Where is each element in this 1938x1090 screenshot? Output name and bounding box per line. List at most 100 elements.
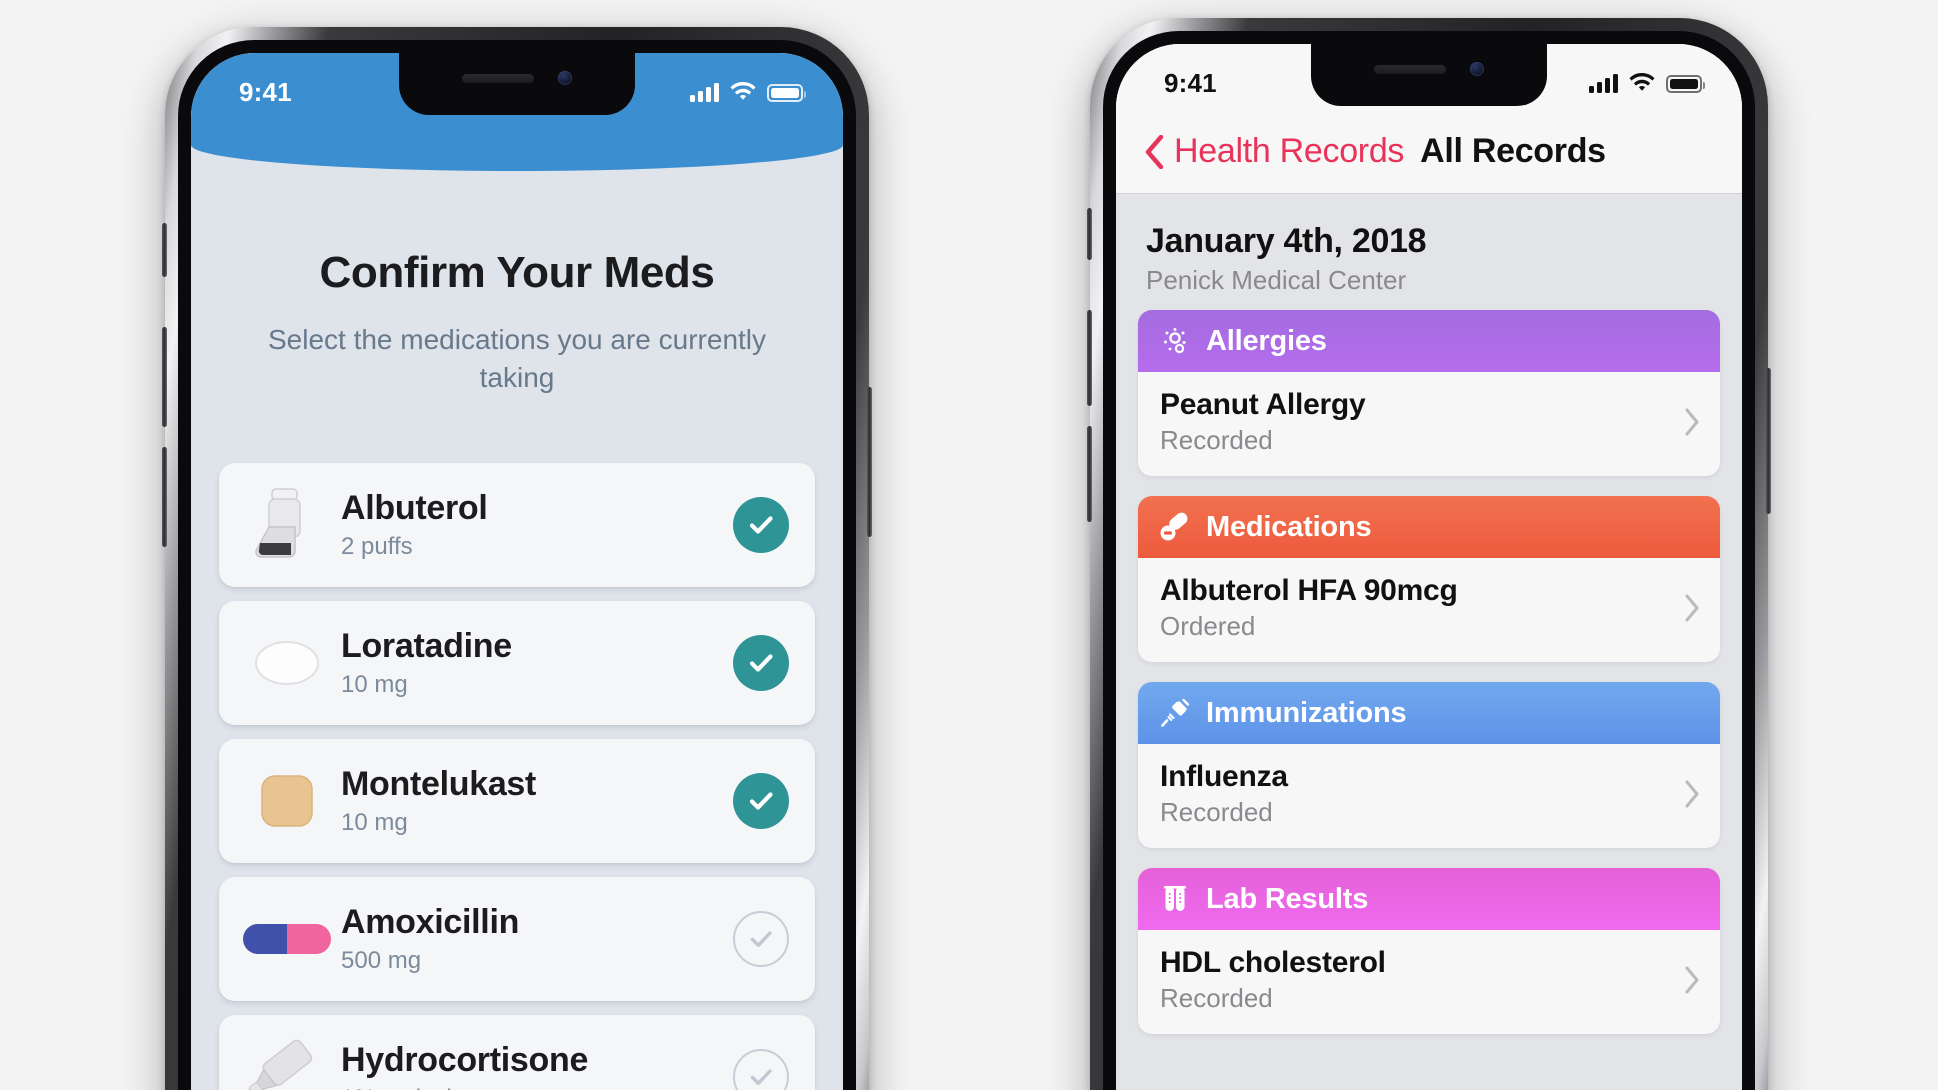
mute-switch-button[interactable] bbox=[162, 223, 167, 277]
record-group: Medications Albuterol HFA 90mcg Ordered bbox=[1138, 496, 1720, 662]
record-row-status: Recorded bbox=[1160, 983, 1273, 1013]
capsule-icon bbox=[241, 897, 333, 981]
wifi-icon bbox=[730, 82, 756, 102]
record-date: January 4th, 2018 bbox=[1146, 222, 1427, 260]
record-group: Allergies Peanut Allergy Recorded bbox=[1138, 310, 1720, 476]
record-row-status: Recorded bbox=[1160, 797, 1273, 827]
record-group-label: Lab Results bbox=[1206, 882, 1369, 915]
record-group-label: Allergies bbox=[1206, 324, 1327, 357]
chevron-right-icon bbox=[1684, 408, 1700, 436]
test-tubes-icon bbox=[1158, 882, 1192, 916]
volume-down-button[interactable] bbox=[162, 447, 167, 547]
wifi-icon-right bbox=[1629, 73, 1655, 93]
syringe-icon bbox=[1158, 696, 1192, 730]
volume-up-button-right[interactable] bbox=[1087, 310, 1092, 406]
pills-icon bbox=[1158, 510, 1192, 544]
mute-switch-button-right[interactable] bbox=[1087, 208, 1092, 260]
device-notch-left bbox=[399, 53, 635, 115]
phone-screen-right: Health Records All Records 9:41 January … bbox=[1116, 44, 1742, 1090]
status-time-right: 9:41 bbox=[1164, 68, 1217, 98]
power-button-right[interactable] bbox=[1766, 368, 1771, 514]
allergy-icon bbox=[1158, 324, 1192, 358]
status-indicators-right bbox=[1589, 73, 1705, 93]
phone-bezel-left: 9:41 Confirm Your Meds Select the medica… bbox=[178, 40, 856, 1090]
medication-dose: 500 mg bbox=[341, 947, 422, 975]
chevron-right-icon bbox=[1684, 780, 1700, 808]
medication-text: Loratadine 10 mg bbox=[333, 627, 733, 699]
medication-text: Hydrocortisone 1% topical cream bbox=[333, 1041, 733, 1090]
checkmark-unselected-icon[interactable] bbox=[733, 911, 789, 967]
record-row[interactable]: Albuterol HFA 90mcg Ordered bbox=[1138, 558, 1720, 662]
medication-text: Albuterol 2 puffs bbox=[333, 489, 733, 561]
cream-tube-icon bbox=[241, 1035, 333, 1090]
record-row-status: Ordered bbox=[1160, 611, 1256, 641]
record-row-text: HDL cholesterol Recorded bbox=[1160, 946, 1684, 1014]
medication-card[interactable]: Loratadine 10 mg bbox=[219, 601, 815, 725]
phone-device-right: Health Records All Records 9:41 January … bbox=[1087, 18, 1771, 1090]
record-group-header[interactable]: Medications bbox=[1138, 496, 1720, 558]
checkmark-selected-icon[interactable] bbox=[733, 773, 789, 829]
chevron-right-icon bbox=[1684, 966, 1700, 994]
records-scroll-area[interactable]: January 4th, 2018 Penick Medical Center … bbox=[1116, 194, 1742, 1090]
record-row[interactable]: Peanut Allergy Recorded bbox=[1138, 372, 1720, 476]
medication-text: Amoxicillin 500 mg bbox=[333, 903, 733, 975]
inhaler-icon bbox=[241, 483, 333, 567]
power-button[interactable] bbox=[867, 387, 872, 537]
medication-dose: 10 mg bbox=[341, 671, 408, 699]
medication-card[interactable]: Albuterol 2 puffs bbox=[219, 463, 815, 587]
back-button[interactable]: Health Records bbox=[1144, 132, 1404, 171]
medication-dose: 10 mg bbox=[341, 809, 408, 837]
record-row-title: Influenza bbox=[1160, 760, 1288, 793]
medication-card[interactable]: Hydrocortisone 1% topical cream bbox=[219, 1015, 815, 1090]
page-subtitle: Select the medications you are currently… bbox=[267, 324, 767, 393]
medication-card[interactable]: Amoxicillin 500 mg bbox=[219, 877, 815, 1001]
volume-up-button[interactable] bbox=[162, 327, 167, 427]
volume-down-button-right[interactable] bbox=[1087, 426, 1092, 522]
checkmark-selected-icon[interactable] bbox=[733, 635, 789, 691]
earpiece-speaker bbox=[462, 73, 534, 83]
medication-list: Albuterol 2 puffs Loratadine 10 mg Monte… bbox=[191, 463, 843, 1090]
record-group-header[interactable]: Lab Results bbox=[1138, 868, 1720, 930]
chevron-right-icon bbox=[1684, 594, 1700, 622]
square-pill-icon bbox=[241, 759, 333, 843]
back-button-label: Health Records bbox=[1174, 132, 1405, 170]
nav-title: All Records bbox=[1420, 132, 1606, 170]
chevron-left-icon bbox=[1144, 134, 1164, 169]
medication-card[interactable]: Montelukast 10 mg bbox=[219, 739, 815, 863]
front-camera-right bbox=[1470, 62, 1484, 76]
record-group-label: Medications bbox=[1206, 510, 1372, 543]
medication-text: Montelukast 10 mg bbox=[333, 765, 733, 837]
record-row-text: Influenza Recorded bbox=[1160, 760, 1684, 828]
medication-name: Loratadine bbox=[341, 626, 512, 665]
medication-dose: 1% topical cream bbox=[341, 1085, 733, 1090]
record-group-header[interactable]: Immunizations bbox=[1138, 682, 1720, 744]
status-time: 9:41 bbox=[239, 77, 292, 107]
record-group-label: Immunizations bbox=[1206, 696, 1407, 729]
tablet-icon bbox=[241, 621, 333, 705]
checkmark-selected-icon[interactable] bbox=[733, 497, 789, 553]
signal-bars-icon bbox=[690, 82, 719, 102]
record-row-text: Peanut Allergy Recorded bbox=[1160, 388, 1684, 456]
record-groups: Allergies Peanut Allergy Recorded Medica… bbox=[1138, 310, 1720, 1034]
record-date-header: January 4th, 2018 Penick Medical Center bbox=[1138, 194, 1720, 310]
phone-device-left: 9:41 Confirm Your Meds Select the medica… bbox=[162, 27, 872, 1090]
medication-name: Montelukast bbox=[341, 764, 537, 803]
phone-screen-left: 9:41 Confirm Your Meds Select the medica… bbox=[191, 53, 843, 1090]
record-row-title: Peanut Allergy bbox=[1160, 388, 1366, 421]
battery-full-icon bbox=[767, 84, 806, 102]
record-group: Immunizations Influenza Recorded bbox=[1138, 682, 1720, 848]
medication-name: Hydrocortisone bbox=[341, 1040, 589, 1079]
record-row-title: Albuterol HFA 90mcg bbox=[1160, 574, 1458, 607]
medication-dose: 2 puffs bbox=[341, 533, 413, 561]
record-row-title: HDL cholesterol bbox=[1160, 946, 1386, 979]
record-row-status: Recorded bbox=[1160, 425, 1273, 455]
record-row[interactable]: Influenza Recorded bbox=[1138, 744, 1720, 848]
record-group-header[interactable]: Allergies bbox=[1138, 310, 1720, 372]
screenshot-canvas: 9:41 Confirm Your Meds Select the medica… bbox=[0, 0, 1938, 1090]
device-notch-right bbox=[1311, 44, 1547, 106]
earpiece-speaker-right bbox=[1374, 64, 1446, 74]
checkmark-unselected-icon[interactable] bbox=[733, 1049, 789, 1090]
phone-bezel-right: Health Records All Records 9:41 January … bbox=[1103, 31, 1755, 1090]
record-row[interactable]: HDL cholesterol Recorded bbox=[1138, 930, 1720, 1034]
page-title: Confirm Your Meds bbox=[319, 248, 715, 297]
